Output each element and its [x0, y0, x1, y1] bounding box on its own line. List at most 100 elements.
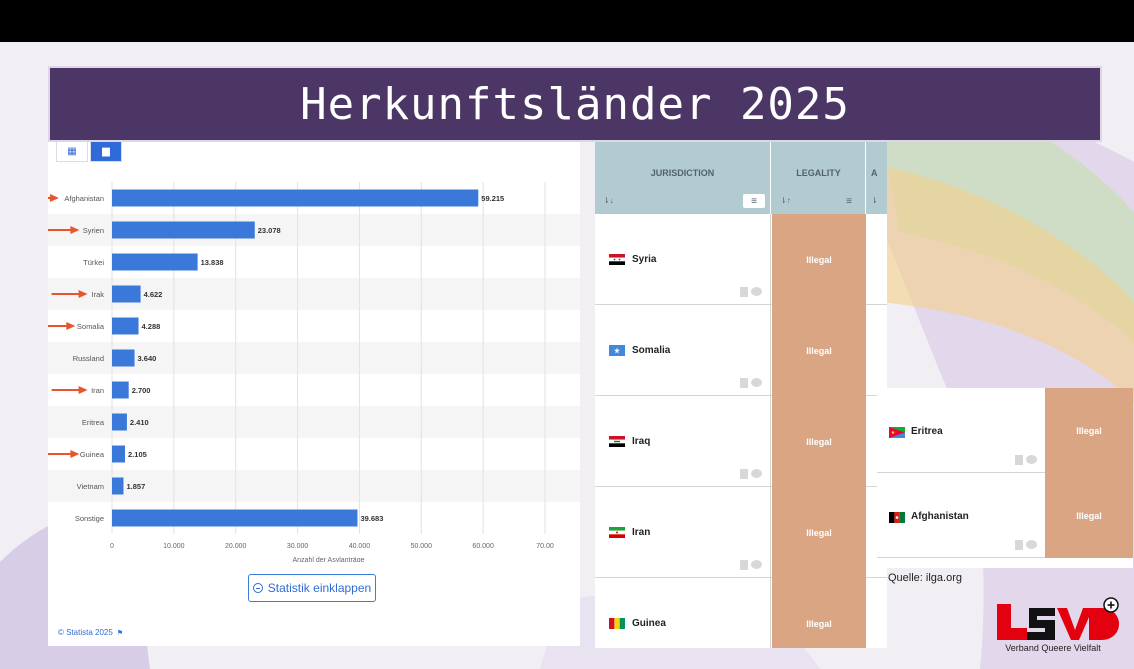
jurisdiction-cell: Iran	[595, 487, 771, 578]
value-label: 23.078	[258, 226, 281, 235]
jurisdiction-cell: Iraq	[595, 396, 771, 487]
syria-flag-icon	[609, 254, 625, 265]
value-label: 2.105	[128, 450, 147, 459]
sort-icon[interactable]: ⇂↑	[780, 196, 791, 205]
document-icon[interactable]	[1015, 455, 1023, 465]
table-row[interactable]: Iraq Illegal	[595, 396, 887, 487]
row-actions	[1015, 455, 1037, 465]
legality-header-label: LEGALITY	[796, 168, 841, 178]
ilga-table: JURISDICTION ⇂↓ ≡ LEGALITY ⇂↑ ≡ A ⇂ Syri…	[595, 142, 887, 648]
document-icon[interactable]	[740, 560, 748, 570]
jurisdiction-cell: Syria	[595, 214, 771, 305]
x-tick-label: 0	[110, 543, 114, 550]
bar	[112, 381, 129, 399]
row-band	[48, 406, 580, 438]
legality-cell: Illegal	[772, 214, 866, 305]
ilga-overlay-table: Eritrea Illegal Afghanistan Illegal	[877, 388, 1133, 568]
bar	[112, 285, 141, 303]
comment-icon[interactable]	[1026, 540, 1037, 549]
page-title: Herkunftsländer 2025	[300, 78, 850, 130]
asylum-bar-chart: 0 10.000 20.000 30.000 40.000 50.000 60.000 70.…	[48, 182, 580, 562]
legality-cell: Illegal	[1045, 473, 1133, 558]
x-tick-label: 10.000	[163, 543, 185, 550]
category-label: Sonstige	[75, 514, 104, 523]
category-label: Russland	[73, 354, 104, 363]
jurisdiction-cell: Guinea	[595, 578, 771, 648]
category-label: Iran	[91, 386, 104, 395]
logo-tagline: Verband Queere Vielfalt	[1005, 643, 1101, 653]
country-name: Syria	[632, 254, 657, 265]
row-actions	[1015, 540, 1037, 550]
eritrea-flag-icon	[889, 427, 905, 438]
bar	[112, 477, 124, 495]
row-actions	[740, 378, 762, 388]
lsvd-logo: Verband Queere Vielfalt	[983, 596, 1123, 662]
next-column-header[interactable]: A ⇂	[867, 142, 887, 214]
country-name: Eritrea	[911, 426, 943, 437]
category-label: Eritrea	[82, 418, 105, 427]
value-label: 4.288	[142, 322, 161, 331]
comment-icon[interactable]	[1026, 455, 1037, 464]
top-black-bar	[0, 0, 1134, 42]
row-actions	[740, 469, 762, 479]
document-icon[interactable]	[740, 378, 748, 388]
value-label: 1.857	[126, 482, 145, 491]
table-row[interactable]: Eritrea Illegal	[877, 388, 1133, 473]
next-column-header-label: A	[871, 168, 878, 178]
value-label: 4.622	[144, 290, 163, 299]
filter-icon[interactable]: ≡	[838, 194, 860, 208]
category-label: Vietnam	[77, 482, 104, 491]
jurisdiction-cell: Eritrea	[877, 388, 1045, 473]
jurisdiction-header[interactable]: JURISDICTION ⇂↓ ≡	[595, 142, 771, 214]
sort-icon[interactable]: ⇂	[871, 196, 878, 205]
highlight-arrow-head	[78, 386, 88, 394]
source-note: Quelle: ilga.org	[888, 572, 962, 584]
collapse-statistic-button[interactable]: Statistik einklappen	[248, 574, 376, 602]
row-actions	[740, 287, 762, 297]
legality-cell: Illegal	[772, 305, 866, 396]
bar	[112, 445, 126, 463]
category-label: Türkei	[83, 258, 104, 267]
table-row[interactable]: Guinea Illegal	[595, 578, 887, 648]
table-row[interactable]: Somalia Illegal	[595, 305, 887, 396]
comment-icon[interactable]	[751, 378, 762, 387]
afghanistan-flag-icon	[889, 512, 905, 523]
table-row[interactable]: Syria Illegal	[595, 214, 887, 305]
document-icon[interactable]	[1015, 540, 1023, 550]
comment-icon[interactable]	[751, 560, 762, 569]
bar	[112, 413, 127, 431]
title-banner: Herkunftsländer 2025	[48, 66, 1102, 142]
highlight-arrow-head	[66, 322, 76, 330]
lsvd-logo-mark	[997, 597, 1119, 640]
x-axis-label: Anzahl der Asylanträge	[293, 557, 365, 562]
jurisdiction-cell: Afghanistan	[877, 473, 1045, 558]
collapse-icon	[252, 583, 263, 593]
bar	[112, 349, 135, 367]
comment-icon[interactable]	[751, 469, 762, 478]
category-label: Somalia	[77, 322, 105, 331]
country-name: Somalia	[632, 345, 671, 356]
highlight-arrow-head	[49, 194, 59, 202]
value-label: 2.700	[132, 386, 151, 395]
legality-cell: Illegal	[772, 396, 866, 487]
statista-credit-text: © Statista 2025	[58, 628, 113, 637]
ilga-table-header: JURISDICTION ⇂↓ ≡ LEGALITY ⇂↑ ≡ A ⇂	[595, 142, 887, 214]
category-label: Afghanistan	[64, 194, 104, 203]
highlight-arrow-head	[70, 450, 80, 458]
value-label: 59.215	[481, 194, 504, 203]
country-name: Iran	[632, 527, 651, 538]
x-tick-label: 30.000	[287, 543, 309, 550]
legality-header[interactable]: LEGALITY ⇂↑ ≡	[772, 142, 866, 214]
filter-icon[interactable]: ≡	[743, 194, 765, 208]
value-label: 13.838	[201, 258, 224, 267]
sort-icon[interactable]: ⇂↓	[603, 196, 614, 205]
table-row[interactable]: Afghanistan Illegal	[877, 473, 1133, 558]
somalia-flag-icon	[609, 345, 625, 356]
bar	[112, 253, 198, 271]
statista-credit[interactable]: © Statista 2025 ⚑	[58, 628, 123, 637]
x-tick-label: 70.00	[536, 543, 554, 550]
document-icon[interactable]	[740, 287, 748, 297]
table-row[interactable]: Iran Illegal	[595, 487, 887, 578]
comment-icon[interactable]	[751, 287, 762, 296]
document-icon[interactable]	[740, 469, 748, 479]
